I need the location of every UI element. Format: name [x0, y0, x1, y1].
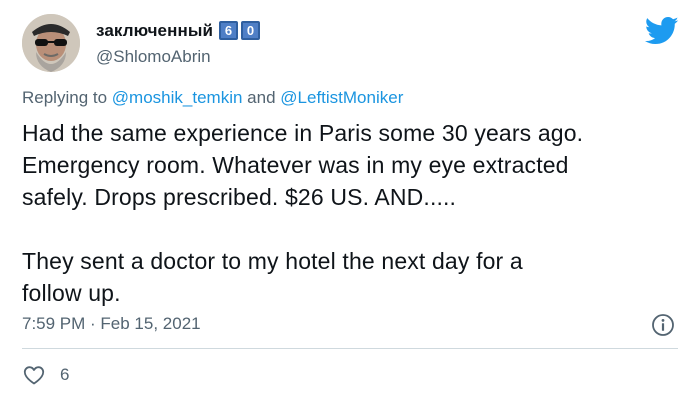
mention-leftist-moniker[interactable]: @LeftistMoniker	[280, 88, 403, 107]
reply-conjunction: and	[247, 88, 276, 107]
heart-icon[interactable]	[22, 363, 46, 387]
mention-moshik-temkin[interactable]: @moshik_temkin	[112, 88, 243, 107]
display-name-text: заключенный	[96, 21, 213, 40]
display-name[interactable]: заключенный 6 0	[96, 21, 260, 41]
reply-prefix: Replying to	[22, 88, 108, 107]
divider	[22, 348, 678, 349]
tweet-text-line: safely. Drops prescribed. $26 US. AND...…	[22, 184, 457, 210]
tweet-text-line: Had the same experience in Paris some 30…	[22, 120, 584, 146]
badge-digit-6: 6	[219, 21, 238, 40]
like-count: 6	[60, 365, 70, 384]
tweet-text-line: Emergency room. Whatever was in my eye e…	[22, 152, 569, 178]
twitter-bird-icon[interactable]	[645, 16, 679, 46]
tweet-card: заключенный 6 0 @ShlomoAbrin Replying to @…	[0, 0, 700, 402]
badge-digit-0: 0	[241, 21, 260, 40]
replying-to-line: Replying to @moshik_temkin and @LeftistM…	[22, 88, 403, 108]
tweet-text: Had the same experience in Paris some 30…	[22, 117, 682, 309]
info-icon[interactable]	[651, 313, 675, 337]
like-button[interactable]: 6	[22, 362, 69, 388]
tweet-text-line: They sent a doctor to my hotel the next …	[22, 248, 523, 274]
avatar[interactable]	[22, 14, 80, 72]
tweet-text-line: follow up.	[22, 280, 121, 306]
tweet-timestamp[interactable]: 7:59 PM · Feb 15, 2021	[22, 314, 201, 334]
user-handle[interactable]: @ShlomoAbrin	[96, 47, 211, 67]
